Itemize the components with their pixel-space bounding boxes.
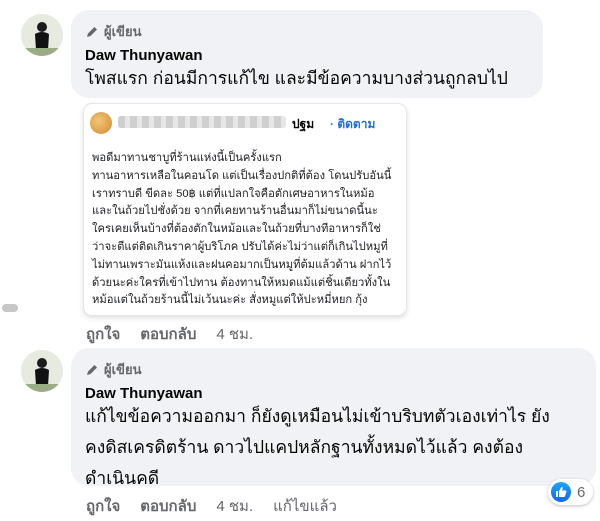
attached-post-header: ปฐม · ติดตาม — [84, 104, 406, 138]
comment-timestamp[interactable]: 4 ชม. — [216, 322, 253, 346]
page-name-tail: ปฐม — [292, 117, 315, 131]
comment-actions: ถูกใจ ตอบกลับ 4 ชม. แก้ไขแล้ว — [86, 494, 337, 518]
reply-button[interactable]: ตอบกลับ — [140, 494, 196, 518]
comment-text: โพสแรก ก่อนมีการแก้ไข และมีข้อความบางส่ว… — [85, 63, 508, 94]
reaction-count: 6 — [577, 483, 586, 501]
pencil-icon — [87, 26, 97, 37]
author-badge: ผู้เขียน — [85, 359, 141, 380]
pencil-icon — [87, 364, 97, 375]
comment-text: แก้ไขข้อความออกมา ก็ยังดูเหมือนไม่เข้าบร… — [85, 401, 550, 494]
comment-timestamp[interactable]: 4 ชม. — [216, 494, 253, 518]
avatar-photo-icon — [21, 350, 63, 392]
blurred-page-name — [118, 116, 286, 128]
author-badge-label: ผู้เขียน — [104, 362, 142, 377]
reaction-count-badge[interactable]: 6 — [548, 479, 594, 505]
attached-screenshot[interactable]: ปฐม · ติดตาม พอดีมาทานชาบูที่ร้านแห่งนี้… — [84, 104, 406, 315]
author-badge-label: ผู้เขียน — [104, 24, 142, 39]
follow-link: · ติดตาม — [330, 117, 376, 131]
comment-author[interactable]: Daw Thunyawan — [85, 385, 203, 402]
edited-label[interactable]: แก้ไขแล้ว — [273, 494, 337, 518]
like-button[interactable]: ถูกใจ — [86, 494, 120, 518]
comment-text-line: ดำเนินคดี — [85, 468, 160, 488]
author-badge: ผู้เขียน — [85, 21, 141, 42]
like-button[interactable]: ถูกใจ — [86, 322, 120, 346]
comment-text-line: แก้ไขข้อความออกมา ก็ยังดูเหมือนไม่เข้าบร… — [85, 406, 550, 426]
author-avatar[interactable] — [21, 14, 63, 56]
comment-text-line: คงดิสเครดิตร้าน ดาวไปแคปหลักฐานทั้งหมดไว… — [85, 437, 523, 457]
avatar-photo-icon — [21, 14, 63, 56]
scrollbar[interactable] — [2, 304, 18, 312]
thumbs-up-icon — [551, 482, 571, 502]
attached-post-text: พอดีมาทานชาบูที่ร้านแห่งนี้เป็นครั้งแรก … — [92, 152, 392, 307]
reply-button[interactable]: ตอบกลับ — [140, 322, 196, 346]
comment-author[interactable]: Daw Thunyawan — [85, 47, 203, 64]
comment-text-line: โพสแรก ก่อนมีการแก้ไข และมีข้อความบางส่ว… — [85, 68, 508, 88]
page-avatar — [90, 112, 112, 134]
comment-actions: ถูกใจ ตอบกลับ 4 ชม. — [86, 322, 253, 346]
author-avatar[interactable] — [21, 350, 63, 392]
